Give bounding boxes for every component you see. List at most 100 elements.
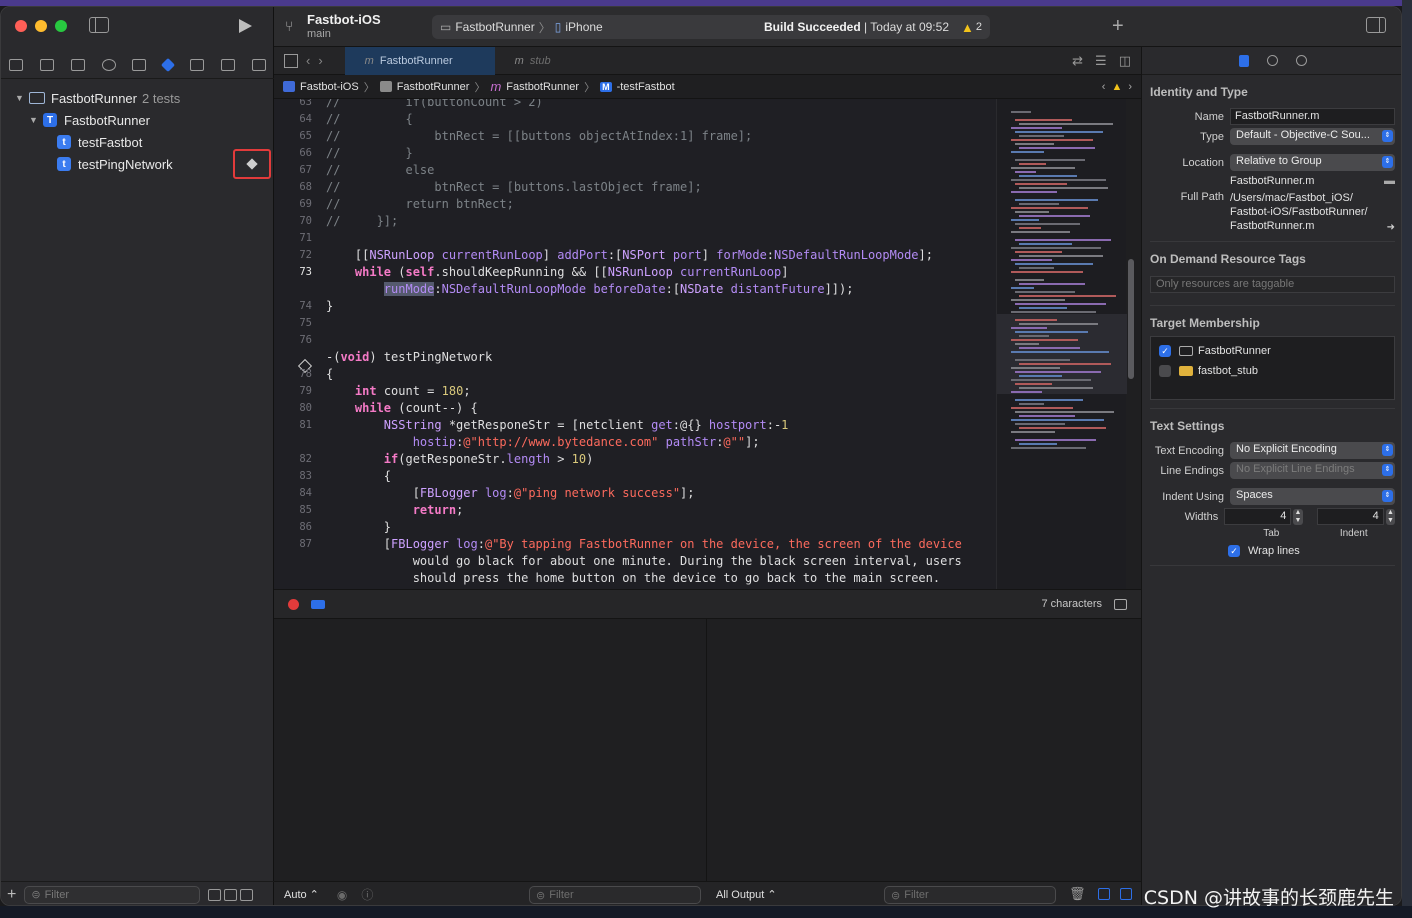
filter-option-icon[interactable]: [224, 888, 238, 901]
line-number[interactable]: 87: [274, 536, 312, 553]
line-number[interactable]: [274, 553, 312, 570]
show-variables-icon[interactable]: [1098, 888, 1110, 900]
warning-icon[interactable]: ▲: [1111, 81, 1122, 93]
code-line[interactable]: 64 // {: [274, 111, 412, 128]
file-inspector-icon[interactable]: [1238, 54, 1249, 67]
line-number[interactable]: 67: [274, 162, 312, 179]
output-mode-select[interactable]: All Output ⌃: [706, 888, 777, 901]
line-number[interactable]: [274, 570, 312, 587]
chevron-down-icon[interactable]: ▼: [29, 115, 39, 125]
line-number[interactable]: 70: [274, 213, 312, 230]
jump-folder[interactable]: FastbotRunner: [397, 81, 470, 93]
chevron-down-icon[interactable]: ▼: [15, 93, 25, 103]
history-icon[interactable]: [1266, 55, 1278, 66]
jump-method[interactable]: -testFastbot: [617, 81, 675, 93]
breakpoints-toggle-icon[interactable]: [311, 599, 325, 609]
line-number[interactable]: 65: [274, 128, 312, 145]
editor-options-icon[interactable]: ☰: [1095, 53, 1107, 69]
help-icon[interactable]: [1295, 55, 1307, 66]
line-number[interactable]: [274, 434, 312, 451]
indent-width-field[interactable]: 4: [1316, 508, 1384, 525]
line-number[interactable]: 78: [274, 366, 312, 383]
add-library-icon[interactable]: +: [1112, 15, 1124, 38]
device-selector[interactable]: iPhone: [565, 20, 602, 34]
variables-filter-input[interactable]: ⊜ Filter: [529, 886, 701, 904]
location-select[interactable]: Relative to Group ⇕: [1230, 154, 1395, 171]
type-select[interactable]: Default - Objective-C Sou... ⇕: [1230, 128, 1395, 145]
variables-mode-select[interactable]: Auto ⌃: [274, 888, 319, 901]
breakpoint-navigator-icon[interactable]: [220, 58, 235, 71]
line-number[interactable]: 74: [274, 298, 312, 315]
code-line[interactable]: 87 [FBLogger log:@"By tapping FastbotRun…: [274, 536, 961, 553]
line-number[interactable]: 68: [274, 179, 312, 196]
tree-target[interactable]: ▼ T FastbotRunner: [1, 109, 274, 131]
eye-icon[interactable]: ◉: [337, 888, 347, 902]
code-line[interactable]: 70 // }];: [274, 213, 398, 230]
name-field[interactable]: FastbotRunner.m: [1230, 108, 1395, 125]
code-line[interactable]: 73 while (self.shouldKeepRunning && [[NS…: [274, 264, 788, 281]
symbol-navigator-icon[interactable]: [70, 58, 85, 71]
line-number[interactable]: 85: [274, 502, 312, 519]
endings-select[interactable]: No Explicit Line Endings ⇕: [1230, 462, 1395, 479]
inspector-toggle-icon[interactable]: [1366, 17, 1386, 33]
warning-icon[interactable]: ▲: [961, 20, 974, 35]
editor-scrollbar[interactable]: [1128, 259, 1134, 379]
line-number[interactable]: [274, 281, 312, 298]
tab-stub[interactable]: m stub: [495, 47, 571, 75]
grid-icon[interactable]: [284, 53, 298, 68]
sidebar-toggle-icon[interactable]: [89, 17, 109, 33]
report-navigator-icon[interactable]: [251, 58, 266, 71]
tab-width-stepper[interactable]: ▲ ▼: [1293, 508, 1303, 525]
code-line[interactable]: 68 // btnRect = [buttons.lastObject frame…: [274, 179, 701, 196]
code-line[interactable]: 80 while (count--) {: [274, 400, 477, 417]
member-fastbot-stub[interactable]: fastbot_stub: [1159, 361, 1386, 381]
line-number[interactable]: 79: [274, 383, 312, 400]
issue-navigator-icon[interactable]: [132, 58, 147, 71]
code-line[interactable]: 82 if(getResponeStr.length > 10): [274, 451, 593, 468]
code-line[interactable]: should press the home button on the devi…: [274, 570, 940, 587]
line-number[interactable]: 72: [274, 247, 312, 264]
close-window-button[interactable]: [15, 20, 27, 32]
line-number[interactable]: 84: [274, 485, 312, 502]
split-editor-icon[interactable]: ◫: [1119, 53, 1131, 69]
encoding-select[interactable]: No Explicit Encoding ⇕: [1230, 442, 1395, 459]
line-number[interactable]: 63: [274, 99, 312, 111]
code-line[interactable]: 65 // btnRect = [[buttons objectAtIndex:1…: [274, 128, 752, 145]
source-control-icon[interactable]: [40, 58, 55, 71]
minimap-visible-region[interactable]: [997, 314, 1127, 394]
wrap-lines-checkbox[interactable]: ✓: [1228, 545, 1240, 557]
line-number[interactable]: 73: [274, 264, 312, 281]
indent-width-stepper[interactable]: ▲ ▼: [1385, 508, 1396, 525]
code-line[interactable]: 86 }: [274, 519, 391, 536]
source-editor[interactable]: 63 // if(buttonCount > 2) 64 // {65 // btnRe…: [274, 99, 996, 589]
code-line[interactable]: runMode:NSDefaultRunLoopMode beforeDate:…: [274, 281, 853, 298]
run-test-button[interactable]: [233, 149, 271, 179]
console-filter-input[interactable]: ⊜ Filter: [884, 886, 1056, 904]
line-number[interactable]: 66: [274, 145, 312, 162]
indent-select[interactable]: Spaces ⇕: [1230, 488, 1395, 505]
line-number[interactable]: 82: [274, 451, 312, 468]
code-line[interactable]: 75: [274, 315, 326, 332]
membership-checkbox[interactable]: [1159, 365, 1171, 377]
filter-option-icon[interactable]: [240, 888, 254, 901]
minimize-window-button[interactable]: [35, 20, 47, 32]
code-line[interactable]: 67 // else: [274, 162, 434, 179]
folder-icon[interactable]: ▬: [1384, 175, 1395, 187]
debug-navigator-icon[interactable]: [189, 58, 204, 71]
line-number[interactable]: 71: [274, 230, 312, 247]
related-items-icon[interactable]: ⇄: [1072, 53, 1083, 69]
stop-icon[interactable]: [288, 598, 299, 610]
code-line[interactable]: 85 return;: [274, 502, 463, 519]
jump-file[interactable]: FastbotRunner: [506, 81, 579, 93]
tab-width-field[interactable]: 4: [1224, 508, 1292, 525]
line-number[interactable]: 69: [274, 196, 312, 213]
jump-project[interactable]: Fastbot-iOS: [300, 81, 359, 93]
project-navigator-icon[interactable]: [9, 58, 24, 71]
line-number[interactable]: 80: [274, 400, 312, 417]
tree-root[interactable]: ▼ FastbotRunner 2 tests: [1, 87, 274, 109]
code-line[interactable]: 66 // }: [274, 145, 412, 162]
project-title[interactable]: Fastbot-iOS: [307, 12, 381, 27]
test-navigator-icon[interactable]: [161, 57, 176, 72]
member-fastbotrunner[interactable]: ✓ FastbotRunner: [1159, 341, 1386, 361]
zoom-window-button[interactable]: [55, 20, 67, 32]
